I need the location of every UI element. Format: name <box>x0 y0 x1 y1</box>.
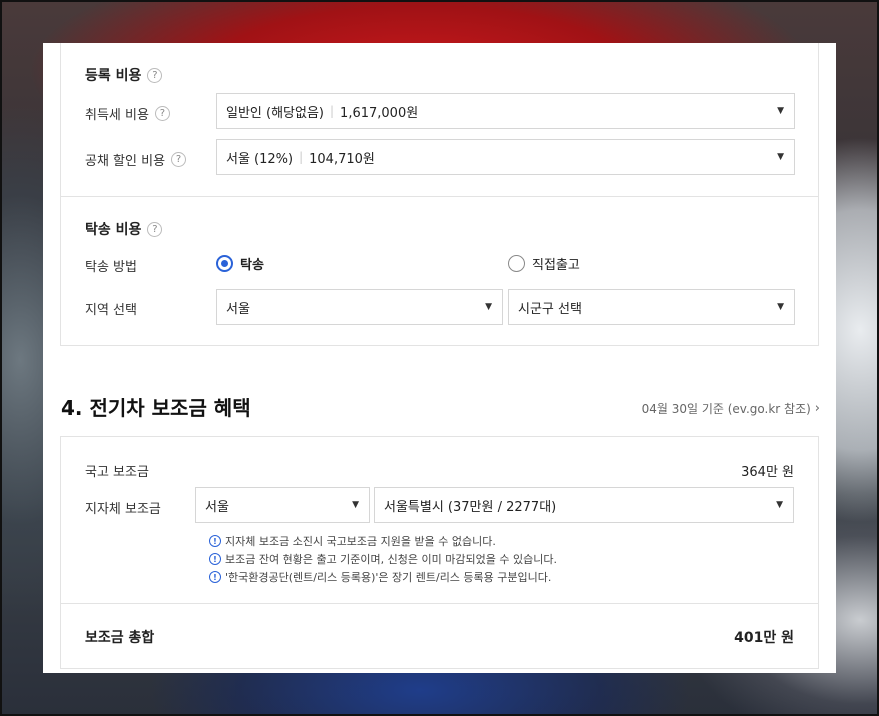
help-icon[interactable]: ? <box>147 67 163 83</box>
subsidy-box: 국고 보조금 364만 원 지자체 보조금 서울 ▼ 서울특별시 (37만원 /… <box>60 436 819 669</box>
bond-discount-select[interactable]: 서울 (12%) | 104,710원 ▼ <box>216 139 795 175</box>
caret-down-icon: ▼ <box>485 302 492 312</box>
local-detail-value: 서울특별시 (37만원 / 2277대) <box>384 499 557 515</box>
local-region-value: 서울 <box>205 499 229 515</box>
help-icon[interactable]: ? <box>147 221 163 237</box>
note-item: ! 지자체 보조금 소진시 국고보조금 지원을 받을 수 없습니다. <box>209 532 557 550</box>
subsidy-total-label: 보조금 총합 <box>85 630 155 646</box>
help-icon[interactable]: ? <box>171 152 187 167</box>
acquisition-tax-label: 취득세 비용 ? <box>85 104 170 123</box>
subsidy-total-amount: 401만 원 <box>734 630 794 646</box>
caret-down-icon: ▼ <box>352 500 359 510</box>
radio-direct-pickup[interactable]: 직접출고 <box>508 254 580 273</box>
reference-link[interactable]: 04월 30일 기준 (ev.go.kr 참조) › <box>642 400 820 417</box>
info-icon: ! <box>209 553 221 565</box>
divider <box>61 603 818 604</box>
region-label: 지역 선택 <box>85 299 137 318</box>
note-text: 보조금 잔여 현황은 출고 기준이며, 신청은 이미 마감되었을 수 있습니다. <box>225 553 557 566</box>
acquisition-tax-label-text: 취득세 비용 <box>85 108 149 123</box>
subsidy-notes: ! 지자체 보조금 소진시 국고보조금 지원을 받을 수 없습니다. ! 보조금… <box>209 532 557 586</box>
reference-link-text: 04월 30일 기준 (ev.go.kr 참조) <box>641 402 811 416</box>
caret-down-icon: ▼ <box>777 152 784 162</box>
acquisition-tax-select[interactable]: 일반인 (해당없음) | 1,617,000원 ▼ <box>216 93 795 129</box>
section-title: 4. 전기차 보조금 혜택 <box>61 396 251 420</box>
radio-direct-pickup-label: 직접출고 <box>532 258 580 273</box>
help-icon[interactable]: ? <box>154 106 170 121</box>
registration-heading: 등록 비용 ? <box>85 65 163 85</box>
region-label-text: 지역 선택 <box>85 303 137 318</box>
region-value: 서울 <box>226 301 250 317</box>
district-value: 시군구 선택 <box>518 301 582 317</box>
bond-discount-label-text: 공채 할인 비용 <box>85 154 166 169</box>
bond-discount-value: 서울 (12%) <box>226 151 294 167</box>
local-detail-select[interactable]: 서울특별시 (37만원 / 2277대) ▼ <box>374 487 794 523</box>
note-text: '한국환경공단(렌트/리스 등록용)'은 장기 렌트/리스 등록용 구분입니다. <box>225 571 552 584</box>
national-subsidy-label: 국고 보조금 <box>85 465 149 480</box>
separator: | <box>299 150 304 164</box>
divider <box>61 196 818 197</box>
note-item: ! '한국환경공단(렌트/리스 등록용)'은 장기 렌트/리스 등록용 구분입니… <box>209 568 557 586</box>
registration-heading-text: 등록 비용 <box>85 68 142 84</box>
note-text: 지자체 보조금 소진시 국고보조금 지원을 받을 수 없습니다. <box>225 535 496 548</box>
registration-delivery-box: 등록 비용 ? 취득세 비용 ? 일반인 (해당없음) | 1,617,000원… <box>60 43 819 346</box>
separator: | <box>330 104 335 118</box>
local-region-select[interactable]: 서울 ▼ <box>195 487 370 523</box>
bond-discount-amount: 104,710원 <box>309 151 375 167</box>
delivery-heading: 탁송 비용 ? <box>85 219 163 239</box>
acquisition-tax-amount: 1,617,000원 <box>340 105 419 121</box>
delivery-method-label: 탁송 방법 <box>85 256 137 275</box>
radio-delivery-label: 탁송 <box>240 258 264 273</box>
info-icon: ! <box>209 571 221 583</box>
chevron-right-icon: › <box>814 401 820 416</box>
national-subsidy-amount: 364만 원 <box>741 465 794 480</box>
delivery-method-label-text: 탁송 방법 <box>85 260 137 275</box>
local-subsidy-label: 지자체 보조금 <box>85 502 161 517</box>
caret-down-icon: ▼ <box>777 106 784 116</box>
radio-selected-icon[interactable] <box>216 255 233 272</box>
info-icon: ! <box>209 535 221 547</box>
region-select[interactable]: 서울 ▼ <box>216 289 503 325</box>
caret-down-icon: ▼ <box>777 302 784 312</box>
radio-delivery[interactable]: 탁송 <box>216 254 264 273</box>
bond-discount-label: 공채 할인 비용 ? <box>85 150 187 169</box>
caret-down-icon: ▼ <box>776 500 783 510</box>
delivery-heading-text: 탁송 비용 <box>85 222 142 238</box>
district-select[interactable]: 시군구 선택 ▼ <box>508 289 795 325</box>
acquisition-tax-value: 일반인 (해당없음) <box>226 105 324 121</box>
radio-unselected-icon[interactable] <box>508 255 525 272</box>
note-item: ! 보조금 잔여 현황은 출고 기준이며, 신청은 이미 마감되었을 수 있습니… <box>209 550 557 568</box>
cost-panel: 등록 비용 ? 취득세 비용 ? 일반인 (해당없음) | 1,617,000원… <box>43 43 836 673</box>
